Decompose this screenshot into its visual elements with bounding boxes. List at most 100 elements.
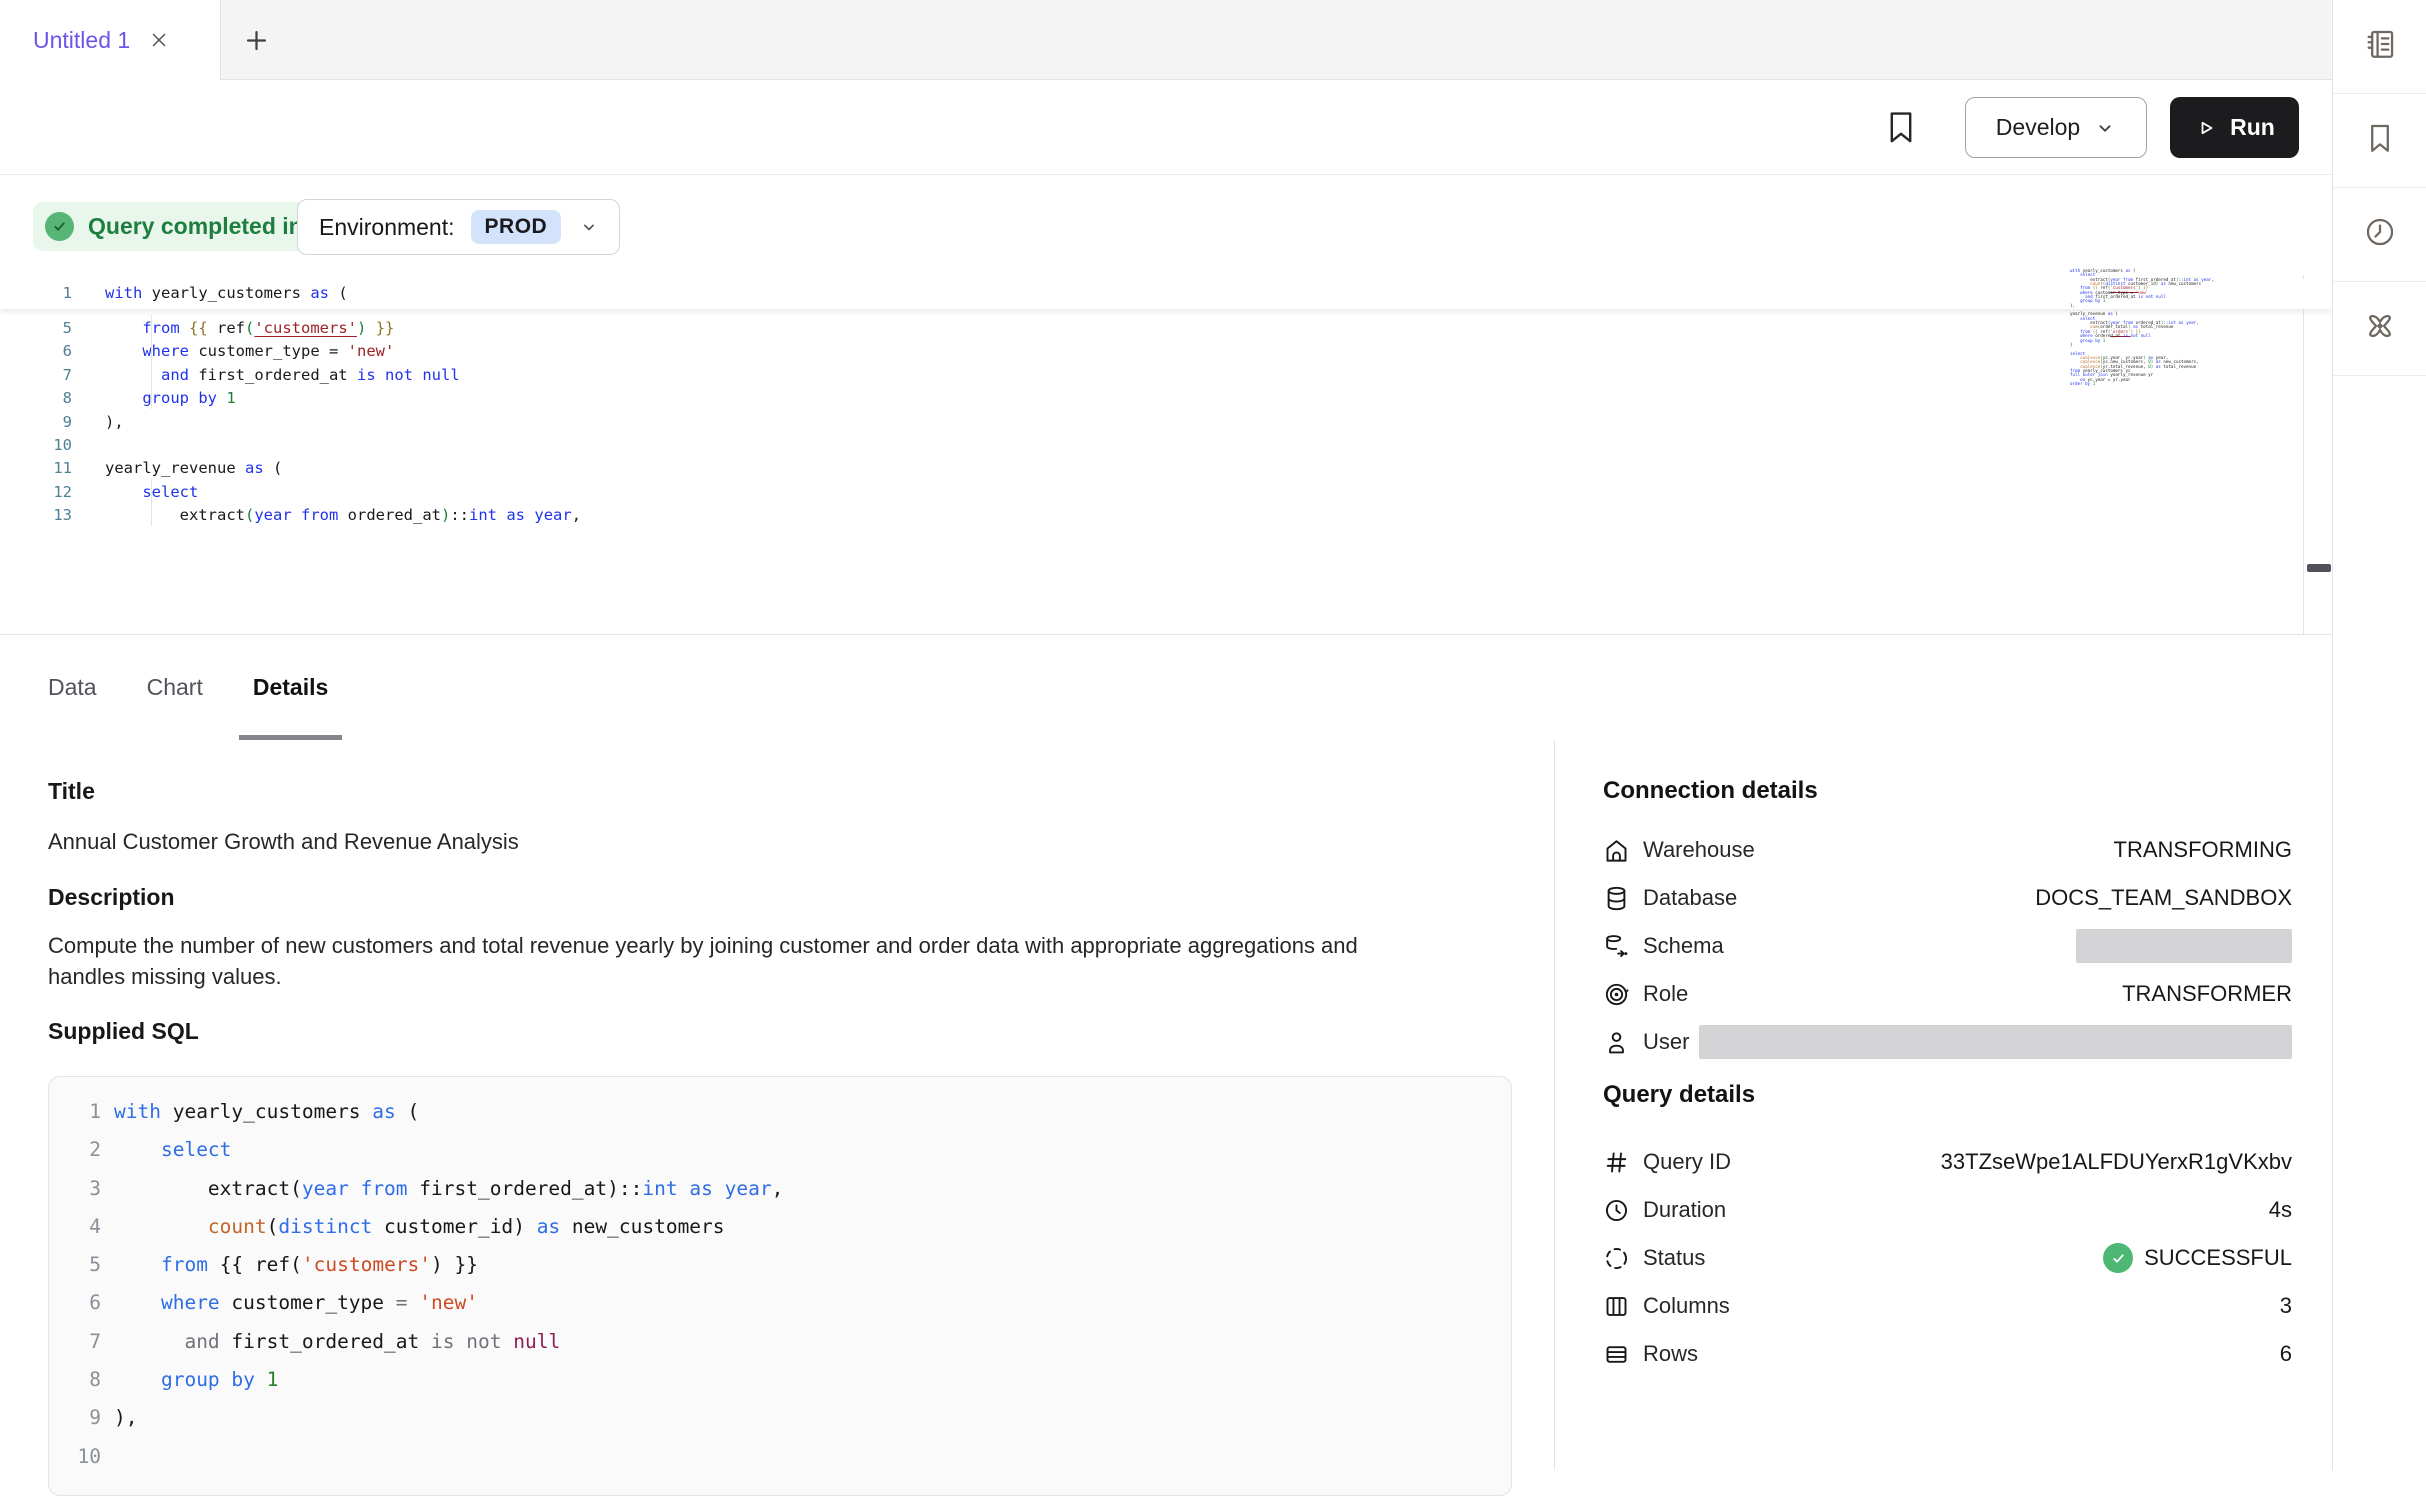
scrollbar-thumb[interactable] [2307,564,2331,572]
rail-button-history[interactable] [2333,188,2426,282]
title-value: Annual Customer Growth and Revenue Analy… [48,828,1510,856]
code-line: 5 from {{ ref('customers') }} [0,317,2332,340]
history-icon [2363,215,2397,254]
line-number: 6 [49,1284,101,1322]
bookmark-icon[interactable] [1884,108,1918,151]
chevron-down-icon [579,217,599,237]
detail-row: User [1603,1018,2292,1066]
role-icon [1603,981,1630,1008]
editor-code-lines: 5 from {{ ref('customers') }}6 where cus… [0,309,2332,528]
develop-label: Develop [1996,114,2080,141]
query-details-heading: Query details [1603,1082,2292,1108]
indent-guide [151,479,152,526]
add-tab-button[interactable] [243,27,270,59]
schema-icon [1603,933,1630,960]
status-row: Query completed in 4s Environment: PROD [0,175,2332,279]
line-number: 13 [0,504,72,527]
tab-untitled-1[interactable]: Untitled 1 [0,0,221,80]
redacted-value [2076,929,2292,963]
code-line: 6 where customer_type = 'new' [49,1284,1511,1322]
close-icon[interactable] [148,29,170,51]
environment-select[interactable]: Environment: PROD [297,199,620,255]
detail-row: Columns3 [1603,1282,2292,1330]
environment-value: PROD [471,210,562,244]
code-line: 12 select [0,481,2332,504]
code-line: 7 and first_ordered_at is not null [0,364,2332,387]
rail-button-notebook[interactable] [2333,0,2426,94]
clock-icon [1603,1197,1630,1224]
code-line: 3 extract(year from first_ordered_at)::i… [49,1170,1511,1208]
code-line: 4 count(distinct customer_id) as new_cus… [49,1208,1511,1246]
description-value: Compute the number of new customers and … [48,930,1358,992]
line-number: 3 [49,1170,101,1208]
line-number: 8 [49,1361,101,1399]
database-icon [1603,885,1630,912]
code-line: 13 extract(year from ordered_at)::int as… [0,504,2332,527]
editor-minimap[interactable]: with yearly_customers as ( select extrac… [2070,269,2295,386]
detail-label: Schema [1643,933,1724,959]
detail-label: Warehouse [1643,837,1755,863]
line-number: 6 [0,340,72,363]
tab-title: Untitled 1 [33,27,130,54]
query-rows: Query ID 33TZseWpe1ALFDUYerxR1gVKxbv Durat… [1603,1138,2292,1378]
sql-ide-app: Untitled 1 Develop Run [0,0,2426,1470]
rail-button-bookmark[interactable] [2333,94,2426,188]
run-button[interactable]: Run [2170,97,2299,158]
line-number: 10 [0,434,72,457]
tab-data[interactable]: Data [34,635,111,740]
line-number: 1 [0,282,72,305]
details-content: Title Annual Customer Growth and Revenue… [0,740,1555,1470]
detail-value: 33TZseWpe1ALFDUYerxR1gVKxbv [1941,1149,2292,1175]
bookmark-icon [2363,121,2397,160]
detail-value: 6 [2280,1341,2292,1367]
success-check-icon [2103,1243,2133,1273]
line-number: 11 [0,457,72,480]
code-line: 1with yearly_customers as ( [0,282,2332,305]
details-pane: Title Annual Customer Growth and Revenue… [0,740,2332,1470]
code-line: 2 select [49,1131,1511,1169]
detail-label: Rows [1643,1341,1698,1367]
detail-label: Status [1643,1245,1705,1271]
detail-label: Role [1643,981,1688,1007]
develop-dropdown[interactable]: Develop [1965,97,2147,158]
redacted-value [1699,1025,2292,1059]
tab-details[interactable]: Details [239,635,342,740]
hash-icon [1603,1149,1630,1176]
detail-value: 3 [2280,1293,2292,1319]
detail-row: StatusSUCCESSFUL [1603,1234,2292,1282]
detail-label: Duration [1643,1197,1726,1223]
connection-details-heading: Connection details [1603,778,2292,804]
detail-row: Query ID 33TZseWpe1ALFDUYerxR1gVKxbv [1603,1138,2292,1186]
columns-icon [1603,1293,1630,1320]
line-number: 7 [0,364,72,387]
detail-label: User [1643,1029,1689,1055]
code-line: 10 [49,1438,1511,1476]
rail-button-compass[interactable] [2333,282,2426,376]
check-circle-icon [45,212,74,241]
code-line: 6 where customer_type = 'new' [0,340,2332,363]
code-line: 8 group by 1 [0,387,2332,410]
warehouse-icon [1603,837,1630,864]
detail-row: Schema [1603,922,2292,970]
detail-value: TRANSFORMER [2122,981,2292,1007]
editor-toolbar: Develop Run [0,80,2332,175]
tab-chart[interactable]: Chart [133,635,217,740]
line-number: 12 [0,481,72,504]
detail-row: DatabaseDOCS_TEAM_SANDBOX [1603,874,2292,922]
right-icon-rail [2332,0,2426,1470]
sql-editor[interactable]: 1with yearly_customers as ( 5 from {{ re… [0,279,2332,634]
notebook-icon [2363,27,2397,66]
detail-value: 4s [2269,1197,2292,1223]
user-icon [1603,1029,1630,1056]
environment-label: Environment: [319,214,455,241]
detail-label: Query ID [1643,1149,1731,1175]
description-heading: Description [48,884,1510,910]
detail-row: Role TRANSFORMER [1603,970,2292,1018]
spinner-icon [1603,1245,1630,1272]
line-number: 8 [0,387,72,410]
line-number: 7 [49,1323,101,1361]
detail-label: Database [1643,885,1737,911]
play-icon [2194,116,2218,140]
title-heading: Title [48,778,1510,804]
line-number: 5 [0,317,72,340]
